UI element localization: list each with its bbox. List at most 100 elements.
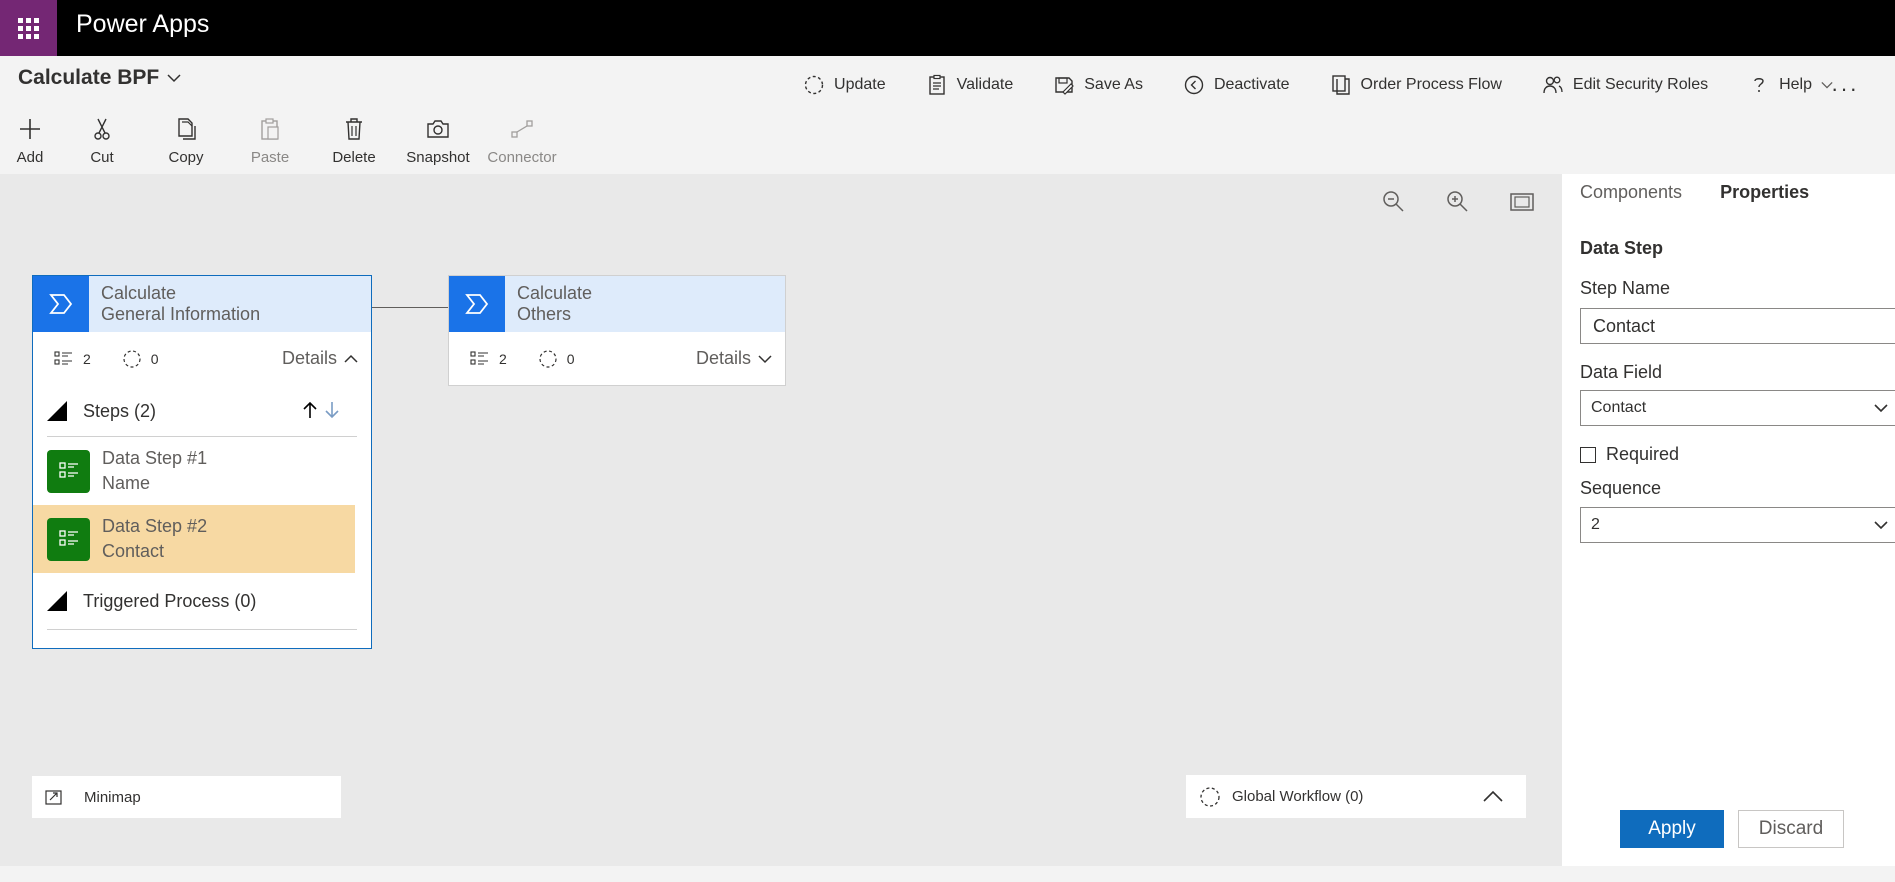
app-name[interactable]: Power Apps [76, 10, 209, 39]
delete-label: Delete [332, 149, 376, 166]
zoom-out-button[interactable] [1380, 188, 1408, 221]
arrow-up-icon[interactable] [301, 400, 319, 420]
expand-global-workflow-button[interactable] [1482, 787, 1504, 809]
expand-triangle-icon [47, 591, 67, 611]
trash-icon [346, 118, 362, 140]
save-as-label: Save As [1084, 76, 1143, 93]
save-as-icon [1055, 77, 1075, 95]
fit-to-screen-button[interactable] [1508, 188, 1536, 221]
tab-properties[interactable]: Properties [1720, 182, 1809, 203]
sequence-select[interactable]: 2 [1580, 507, 1895, 543]
sequence-label: Sequence [1580, 478, 1662, 498]
minimap-label: Minimap [84, 788, 141, 806]
discard-button[interactable]: Discard [1738, 810, 1844, 848]
clipboard-icon [261, 118, 279, 140]
chevron-down-icon [1874, 404, 1888, 413]
apply-button[interactable]: Apply [1620, 810, 1724, 848]
steps-count-value: 2 [83, 351, 91, 367]
sequence-value: 2 [1591, 516, 1600, 533]
data-step-subtitle: Contact [102, 541, 165, 561]
zoom-out-icon [1383, 191, 1404, 212]
add-button[interactable]: Add [0, 116, 60, 166]
update-button[interactable]: Update [803, 74, 886, 96]
connector-button[interactable]: Connector [480, 116, 564, 166]
required-checkbox[interactable] [1580, 446, 1596, 463]
data-step-item[interactable]: Data Step #1 Name [33, 437, 355, 505]
stage-header[interactable]: Calculate Others [449, 276, 785, 332]
stage-connector-line [372, 307, 448, 308]
connector-icon [511, 120, 533, 138]
paste-button[interactable]: Paste [228, 116, 312, 166]
stage-title-line1: Calculate [517, 283, 593, 303]
edit-security-roles-button[interactable]: Edit Security Roles [1542, 74, 1708, 96]
save-as-button[interactable]: Save As [1053, 74, 1143, 96]
tab-components[interactable]: Components [1580, 182, 1682, 203]
cut-button[interactable]: Cut [60, 116, 144, 166]
order-process-flow-button[interactable]: Order Process Flow [1330, 74, 1502, 96]
stage-title: Calculate Others [505, 276, 604, 332]
required-checkbox-row[interactable]: Required [1580, 444, 1679, 465]
step-name-input[interactable]: Contact [1580, 308, 1895, 344]
data-field-value: Contact [1591, 399, 1647, 416]
stage-header[interactable]: Calculate General Information [33, 276, 371, 332]
data-step-subtitle: Name [102, 473, 151, 493]
stage-card[interactable]: Calculate Others 2 0 Details [448, 275, 786, 386]
details-toggle[interactable]: Details [282, 348, 359, 369]
chevron-up-icon [344, 354, 358, 363]
validate-label: Validate [956, 76, 1014, 93]
stage-card[interactable]: Calculate General Information 2 0 Detail… [32, 275, 372, 649]
arrow-down-icon[interactable] [323, 400, 341, 420]
help-icon [1754, 78, 1764, 92]
designer-canvas[interactable]: Calculate General Information 2 0 Detail… [0, 174, 1562, 866]
help-button[interactable]: Help [1748, 74, 1833, 96]
app-launcher-button[interactable] [0, 0, 57, 56]
clipboard-check-icon [928, 74, 945, 95]
plus-icon [20, 119, 40, 139]
data-step-title: Data Step #2 [102, 516, 208, 536]
dashed-circle-icon [123, 350, 141, 368]
deactivate-button[interactable]: Deactivate [1183, 74, 1290, 96]
data-step-text: Data Step #2 Contact [102, 514, 207, 564]
delete-button[interactable]: Delete [312, 116, 396, 166]
help-label: Help [1779, 76, 1812, 93]
workflows-count-value: 0 [566, 351, 575, 367]
dashed-circle-icon [539, 350, 557, 368]
deactivate-icon [1184, 75, 1204, 95]
zoom-controls [1380, 188, 1536, 221]
zoom-in-button[interactable] [1444, 188, 1472, 221]
snapshot-label: Snapshot [406, 149, 470, 166]
copy-button[interactable]: Copy [144, 116, 228, 166]
snapshot-button[interactable]: Snapshot [396, 116, 480, 166]
triggered-process-section[interactable]: Triggered Process (0) [33, 573, 371, 629]
fit-screen-icon [1510, 193, 1534, 211]
security-roles-icon [1543, 76, 1563, 94]
paste-label: Paste [250, 149, 290, 166]
copy-icon [178, 118, 196, 140]
data-step-text: Data Step #1 Name [102, 446, 207, 496]
data-step-item-selected[interactable]: Data Step #2 Contact [33, 505, 355, 573]
steps-list-icon [54, 351, 72, 365]
validate-button[interactable]: Validate [926, 74, 1014, 96]
add-label: Add [16, 149, 44, 166]
details-label: Details [281, 348, 337, 368]
process-title-dropdown[interactable]: Calculate BPF [18, 66, 181, 90]
more-commands-button[interactable]: ··· [1831, 76, 1859, 102]
scissors-icon [94, 118, 110, 140]
global-workflow-panel[interactable]: Global Workflow (0) [1186, 775, 1526, 818]
stage-meta: 2 0 Details [33, 332, 371, 386]
stage-title-line2: General Information [101, 304, 261, 324]
edit-security-roles-label: Edit Security Roles [1572, 76, 1709, 93]
data-field-label: Data Field [1580, 362, 1663, 382]
minimap-toggle[interactable]: Minimap [32, 776, 341, 818]
workflows-count: 0 [121, 348, 159, 370]
steps-section-header[interactable]: Steps (2) [33, 386, 371, 436]
stage-meta: 2 0 Details [449, 332, 785, 386]
command-bar: Update Validate Save As Deactivate Order… [803, 74, 1833, 96]
deactivate-label: Deactivate [1213, 76, 1290, 93]
details-toggle[interactable]: Details [696, 348, 773, 369]
data-field-select[interactable]: Contact [1580, 390, 1895, 426]
data-step-icon [47, 517, 90, 561]
chevron-down-icon [758, 354, 772, 363]
chevron-down-icon [167, 74, 181, 83]
cut-label: Cut [90, 149, 114, 166]
